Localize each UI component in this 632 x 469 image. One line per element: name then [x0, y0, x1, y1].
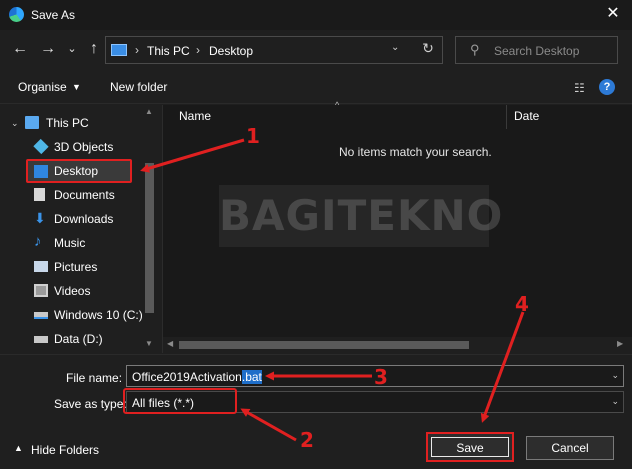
- sidebar-item-windows-c[interactable]: Windows 10 (C:): [0, 303, 143, 327]
- sidebar-item-desktop[interactable]: Desktop: [26, 159, 132, 183]
- horizontal-scrollbar[interactable]: ◀ ▶: [163, 337, 632, 353]
- sidebar-item-label: Data (D:): [54, 332, 103, 346]
- title-bar: Save As ✕: [0, 0, 632, 30]
- forward-arrow-icon[interactable]: →: [38, 39, 58, 59]
- save-as-type-value: All files (*.*): [132, 396, 195, 410]
- search-icon: ⚲: [470, 42, 480, 57]
- column-divider[interactable]: [506, 105, 507, 129]
- documents-icon: [34, 188, 45, 201]
- window-title: Save As: [31, 8, 76, 22]
- column-header-name[interactable]: Name: [179, 109, 211, 123]
- save-as-type-label: Save as type:: [54, 397, 127, 411]
- address-dropdown-icon[interactable]: ⌄: [391, 42, 399, 53]
- chevron-down-icon[interactable]: ⌄: [611, 396, 619, 407]
- navigation-pane: ⌄ This PC 3D Objects Desktop Documents ⬇…: [0, 105, 160, 353]
- watermark-logo: BAGITEKNO: [219, 185, 502, 247]
- up-arrow-icon[interactable]: ↑: [84, 39, 104, 59]
- scrollbar-thumb[interactable]: [145, 163, 154, 313]
- new-folder-button[interactable]: New folder: [110, 80, 167, 94]
- sidebar-item-this-pc[interactable]: This PC: [0, 111, 140, 135]
- organise-menu[interactable]: Organise: [18, 80, 67, 94]
- chevron-down-icon[interactable]: ⌄: [611, 370, 619, 381]
- breadcrumb-desktop[interactable]: Desktop: [209, 44, 253, 58]
- edge-app-icon: [9, 7, 24, 22]
- file-name-label: File name:: [66, 371, 123, 385]
- scroll-down-icon[interactable]: ▼: [145, 339, 153, 348]
- caret-up-icon: ▲: [14, 443, 23, 453]
- sidebar-item-pictures[interactable]: Pictures: [0, 255, 140, 279]
- sidebar-item-label: 3D Objects: [54, 140, 114, 154]
- scroll-right-icon[interactable]: ▶: [617, 339, 623, 348]
- file-name-base: Office2019Activation: [132, 370, 242, 384]
- desktop-icon: [34, 165, 48, 178]
- pictures-icon: [34, 261, 48, 272]
- music-icon: ♪: [34, 233, 42, 250]
- sidebar-item-label: Pictures: [54, 260, 98, 274]
- file-name-extension-selected: .bat: [241, 370, 262, 384]
- back-arrow-icon[interactable]: ←: [10, 39, 30, 59]
- save-button-label: Save: [431, 437, 509, 457]
- cube-icon: [33, 138, 49, 155]
- empty-folder-message: No items match your search.: [339, 145, 492, 159]
- sidebar-scrollbar[interactable]: ▲ ▼: [142, 105, 156, 353]
- save-button[interactable]: Save: [426, 432, 514, 462]
- save-form: File name: Office2019Activation.bat ⌄ Sa…: [0, 354, 632, 469]
- sidebar-item-label: Music: [54, 236, 86, 250]
- this-pc-icon: [111, 44, 127, 56]
- breadcrumb-this-pc[interactable]: This PC: [147, 44, 190, 58]
- scroll-left-icon[interactable]: ◀: [167, 339, 173, 348]
- sidebar-item-videos[interactable]: Videos: [0, 279, 140, 303]
- scroll-up-icon[interactable]: ▲: [145, 107, 153, 116]
- navigation-bar: ← → ⌄ ↑ › This PC › Desktop ⌄ ↻ ⚲ Search…: [0, 30, 632, 70]
- annotation-number-1: 1: [246, 124, 260, 148]
- recent-locations-chevron-icon[interactable]: ⌄: [62, 39, 82, 59]
- address-bar[interactable]: › This PC › Desktop ⌄ ↻: [105, 36, 443, 64]
- close-icon[interactable]: ✕: [604, 5, 622, 23]
- sidebar-item-data-d[interactable]: Data (D:): [0, 327, 140, 351]
- videos-icon: [34, 284, 48, 297]
- sidebar-item-label: Windows 10 (C:): [54, 308, 143, 322]
- computer-icon: [25, 116, 39, 129]
- sidebar-item-label: Documents: [54, 188, 115, 202]
- column-header-date[interactable]: Date: [514, 109, 539, 123]
- sidebar-item-downloads[interactable]: ⬇ Downloads: [0, 207, 140, 231]
- scrollbar-thumb[interactable]: [179, 341, 469, 349]
- breadcrumb-separator-icon: ›: [196, 43, 200, 57]
- search-placeholder: Search Desktop: [494, 44, 580, 58]
- sidebar-item-label: Desktop: [54, 164, 99, 178]
- annotation-number-2: 2: [300, 428, 314, 452]
- hide-folders-label: Hide Folders: [31, 443, 100, 457]
- help-icon[interactable]: ?: [599, 79, 615, 95]
- cancel-button[interactable]: Cancel: [526, 436, 614, 460]
- save-as-type-select[interactable]: All files (*.*) ⌄: [126, 391, 624, 413]
- breadcrumb-separator-icon: ›: [135, 43, 139, 57]
- sort-ascending-icon: ^: [335, 100, 340, 110]
- sidebar-item-label: Videos: [54, 284, 91, 298]
- sidebar-item-3d-objects[interactable]: 3D Objects: [0, 135, 140, 159]
- sidebar-item-music[interactable]: ♪ Music: [0, 231, 140, 255]
- search-box[interactable]: ⚲ Search Desktop: [455, 36, 618, 64]
- file-name-value: Office2019Activation.bat: [132, 370, 262, 384]
- file-list[interactable]: ^ Name Date No items match your search. …: [162, 100, 632, 353]
- refresh-icon[interactable]: ↻: [416, 40, 440, 60]
- drive-icon: [34, 336, 48, 343]
- drive-icon: [34, 312, 48, 319]
- toolbar: Organise ▼ New folder ☷ ?: [0, 70, 632, 104]
- sidebar-item-label: This PC: [46, 116, 89, 130]
- annotation-number-4: 4: [515, 292, 529, 316]
- caret-down-icon[interactable]: ▼: [72, 82, 81, 92]
- annotation-number-3: 3: [374, 365, 388, 389]
- sidebar-item-label: Downloads: [54, 212, 114, 226]
- download-icon: ⬇: [34, 210, 46, 226]
- view-options-icon[interactable]: ☷: [574, 81, 585, 95]
- sidebar-item-documents[interactable]: Documents: [0, 183, 140, 207]
